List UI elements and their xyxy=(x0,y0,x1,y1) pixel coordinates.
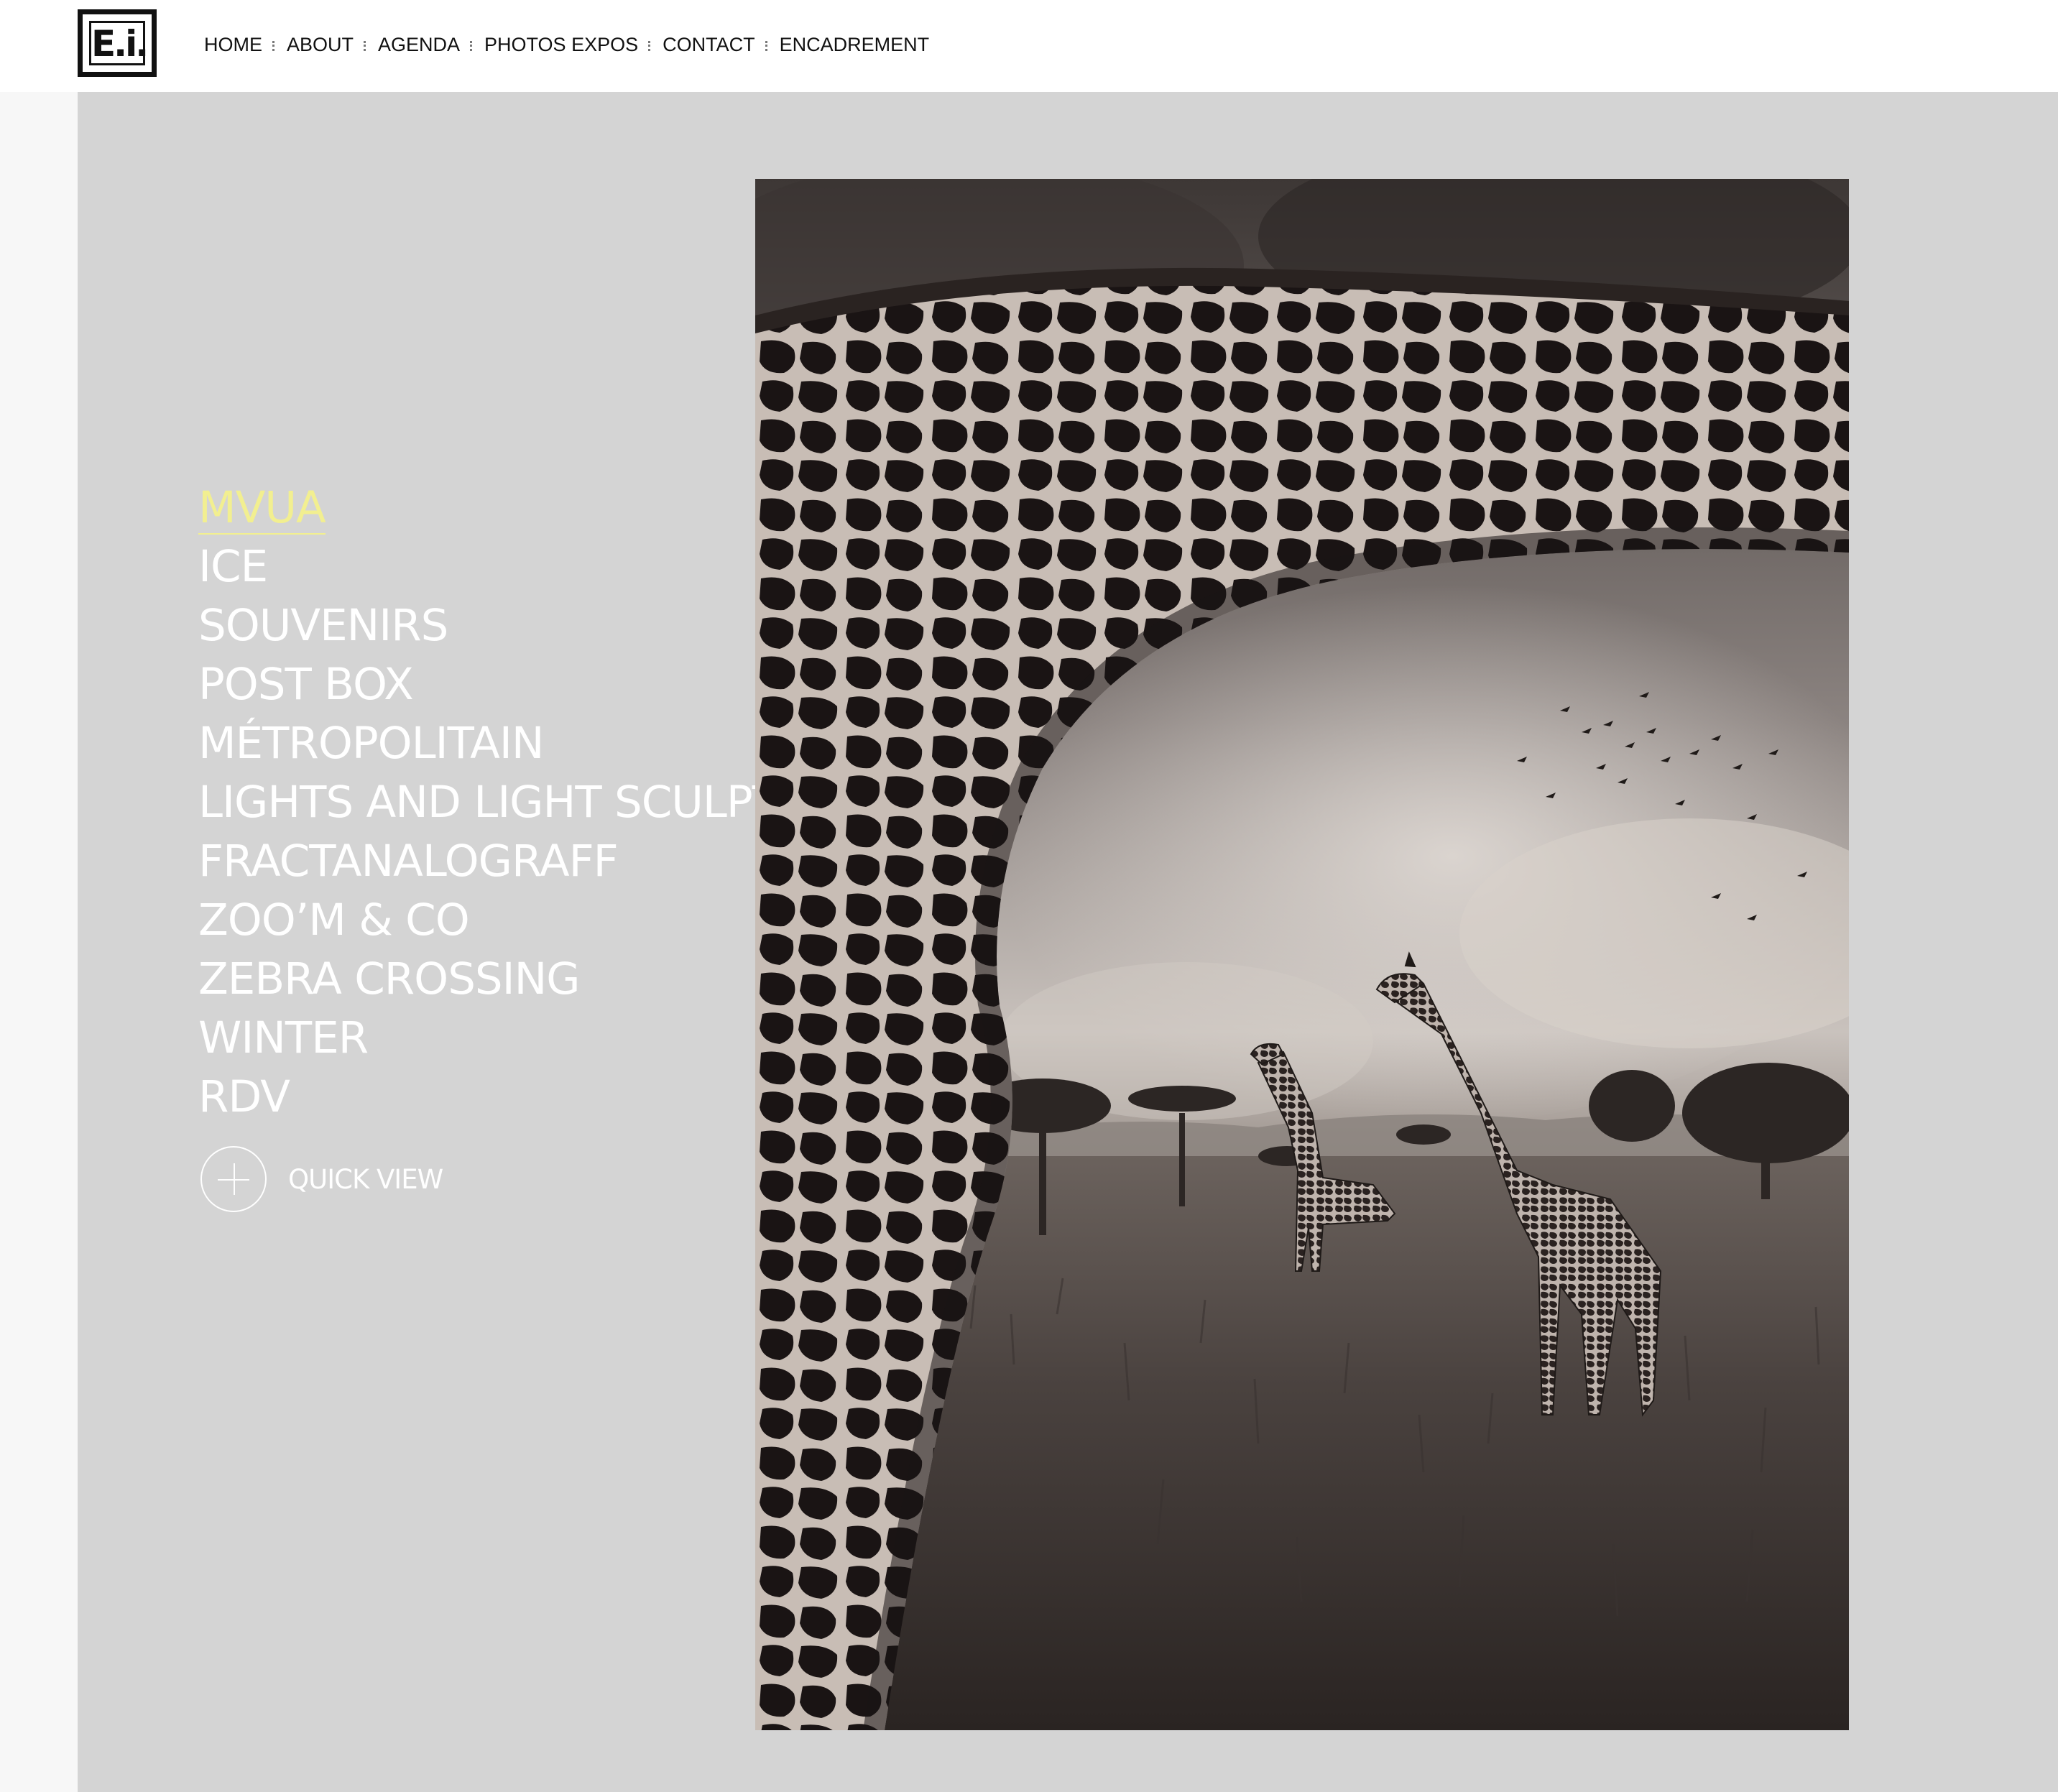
quick-view-button[interactable]: QUICK VIEW xyxy=(200,1144,443,1214)
gallery-item-label: FRACTANALOGRAFF xyxy=(198,836,619,887)
site-header: E.i. HOME ABOUT AGENDA PHOTOS EXPOS CONT… xyxy=(0,0,2058,92)
gallery-panel: MVUA ICE SOUVENIRS POST BOX MÉTROPOLITAI… xyxy=(78,92,2058,1792)
nav-contact[interactable]: CONTACT xyxy=(663,34,755,56)
gallery-item-label: ICE xyxy=(198,541,268,592)
nav-about[interactable]: ABOUT xyxy=(287,34,354,56)
gallery-item-label: POST BOX xyxy=(198,659,414,710)
gallery-item-label: MÉTROPOLITAIN xyxy=(198,718,544,769)
logo-inner-frame: E.i. xyxy=(89,21,149,65)
nav-separator xyxy=(648,41,652,51)
site-logo[interactable]: E.i. xyxy=(78,9,157,77)
nav-separator xyxy=(765,41,770,51)
nav-separator xyxy=(364,41,368,51)
gallery-item-label: RDV xyxy=(198,1071,290,1122)
gallery-item-label: ZEBRA CROSSING xyxy=(198,953,581,1004)
gallery-item-label: ZOO’M & CO xyxy=(198,895,470,946)
main-nav: HOME ABOUT AGENDA PHOTOS EXPOS CONTACT E… xyxy=(204,32,929,57)
giraffe-photo-image xyxy=(755,179,1849,1730)
nav-home[interactable]: HOME xyxy=(204,34,262,56)
gallery-photo[interactable] xyxy=(755,179,1849,1730)
plus-circle-icon xyxy=(200,1146,267,1212)
nav-agenda[interactable]: AGENDA xyxy=(378,34,460,56)
nav-encadrement[interactable]: ENCADREMENT xyxy=(780,34,930,56)
quick-view-label: QUICK VIEW xyxy=(288,1163,443,1195)
gallery-item-label: MVUA xyxy=(198,482,326,535)
nav-separator xyxy=(470,41,474,51)
gallery-item-label: SOUVENIRS xyxy=(198,600,448,651)
nav-separator xyxy=(272,41,277,51)
logo-text: E.i. xyxy=(91,23,149,65)
gallery-item-label: WINTER xyxy=(198,1012,369,1063)
page: E.i. HOME ABOUT AGENDA PHOTOS EXPOS CONT… xyxy=(0,0,2058,1792)
nav-photos-expos[interactable]: PHOTOS EXPOS xyxy=(484,34,638,56)
